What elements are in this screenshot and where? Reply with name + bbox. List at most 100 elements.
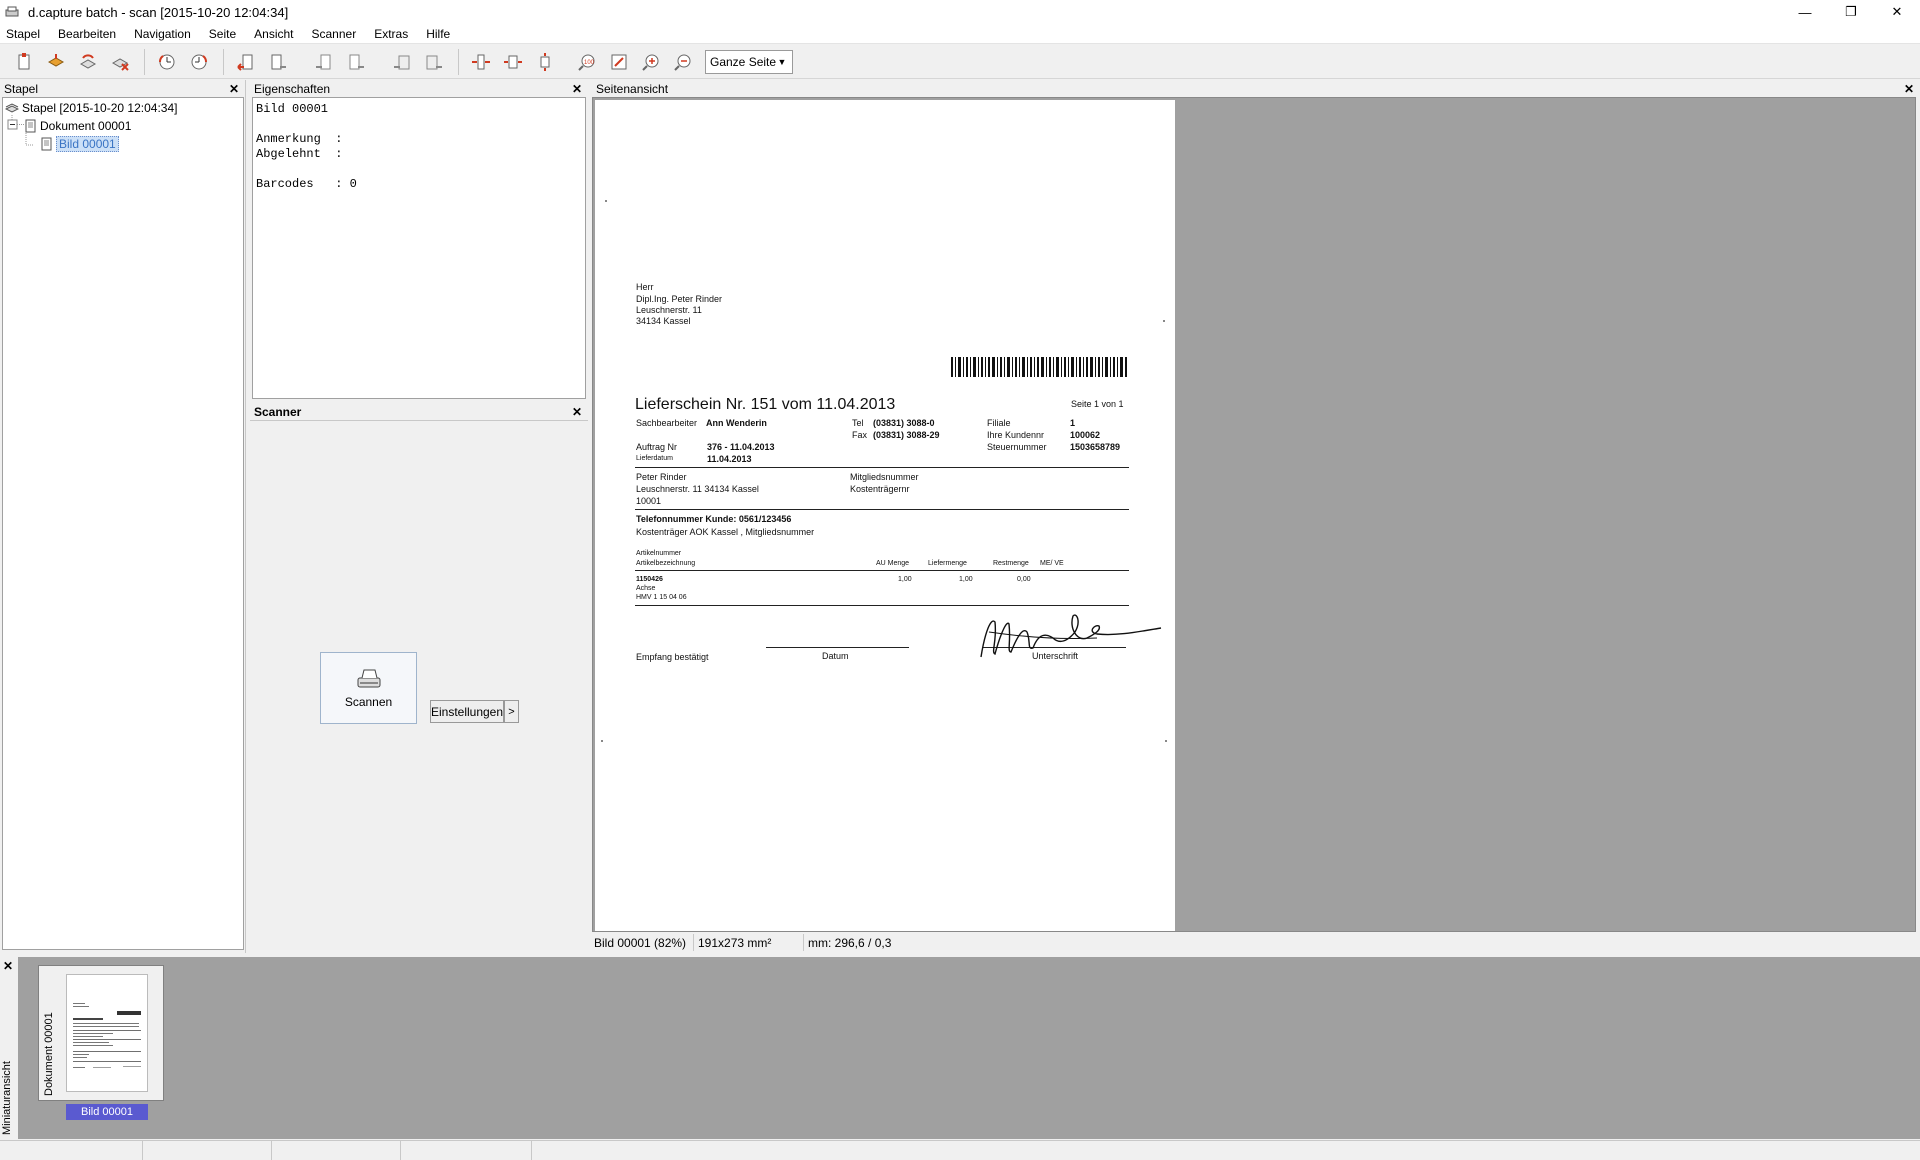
sachbearbeiter-label: Sachbearbeiter [636, 418, 698, 428]
page-view-panel: Seitenansicht ✕ Herr Dipl.Ing. Peter Rin… [592, 80, 1920, 953]
menu-stapel[interactable]: Stapel [0, 27, 49, 41]
fit-height-button[interactable] [531, 48, 559, 76]
tree-item-bild[interactable]: Bild 00001 [39, 135, 119, 153]
last-page-button[interactable] [264, 48, 292, 76]
previous-page-button[interactable] [310, 48, 338, 76]
scan-speck [601, 740, 603, 742]
table-header-artikelbezeichnung: Artikelbezeichnung [636, 560, 696, 567]
status-segment [272, 1141, 401, 1160]
menu-navigation[interactable]: Navigation [125, 27, 200, 41]
new-batch-button[interactable] [10, 48, 38, 76]
close-icon[interactable]: ✕ [3, 959, 13, 973]
next-document-button[interactable] [420, 48, 448, 76]
fax-value: (03831) 3088-29 [873, 430, 940, 440]
properties-panel-header: Eigenschaften ✕ [250, 80, 588, 97]
divider-line [635, 509, 1129, 510]
close-icon[interactable]: ✕ [1902, 82, 1916, 96]
divider-line [635, 467, 1129, 468]
scan-button-label: Scannen [344, 695, 393, 709]
page-info: Seite 1 von 1 [1071, 399, 1124, 409]
close-icon[interactable]: ✕ [570, 405, 584, 419]
thumbnail-card[interactable]: Dokument 00001 [38, 965, 164, 1101]
patient-line: Leuschnerstr. 11 34134 Kassel [636, 484, 759, 494]
property-line: Bild 00001 [256, 102, 329, 116]
menu-extras[interactable]: Extras [365, 27, 417, 41]
settings-button[interactable]: Einstellungen [430, 700, 504, 723]
status-bar [0, 1140, 1920, 1160]
patient-line: 10001 [636, 496, 662, 506]
patient-line: Peter Rinder [636, 472, 687, 482]
zoom-in-icon [642, 54, 659, 71]
toolbar-separator [223, 48, 224, 75]
title-bar: d.capture batch - scan [2015-10-20 12:04… [0, 0, 1920, 24]
thumbnail-caption[interactable]: Bild 00001 [66, 1104, 148, 1120]
scan-speck [1165, 740, 1167, 742]
scanner-panel: Scanner ✕ Scannen Einstellungen > [250, 404, 588, 953]
previous-page-icon [316, 54, 331, 69]
delete-batch-button[interactable] [106, 48, 134, 76]
close-icon[interactable]: ✕ [1874, 0, 1920, 24]
open-batch-button[interactable] [42, 48, 70, 76]
filiale-label: Filiale [987, 418, 1011, 428]
toolbar: 100 Ganze Seite ▼ [0, 45, 1920, 79]
fit-page-button[interactable] [499, 48, 527, 76]
status-zoom: Bild 00001 (82%) [592, 934, 694, 951]
menu-scanner[interactable]: Scanner [303, 27, 366, 41]
chevron-down-icon: ▼ [777, 56, 787, 67]
fit-width-button[interactable] [467, 48, 495, 76]
kostentraegernr-label: Kostenträgernr [850, 484, 910, 494]
row-au-menge: 1,00 [898, 576, 912, 583]
scanner-panel-title: Scanner [254, 405, 302, 419]
rotate-left-button[interactable] [153, 48, 181, 76]
zoom-out-button[interactable] [669, 48, 697, 76]
window-title: d.capture batch - scan [2015-10-20 12:04… [28, 4, 289, 20]
handwritten-signature [980, 614, 1162, 658]
thumbnail-sidebar: ✕ Miniaturansicht [0, 957, 18, 1139]
zoom-select[interactable]: Ganze Seite ▼ [705, 49, 793, 74]
lieferdatum-label: Lieferdatum [636, 455, 673, 462]
stapel-panel-header: Stapel ✕ [0, 80, 245, 97]
image-page-icon [41, 137, 52, 151]
zoom-select-value: Ganze Seite [710, 54, 777, 69]
menu-bearbeiten[interactable]: Bearbeiten [49, 27, 125, 41]
rotate-left-icon [159, 54, 175, 69]
zoom-actual-button[interactable]: 100 [573, 48, 601, 76]
auftrag-value: 376 - 11.04.2013 [707, 442, 775, 452]
zoom-fit-icon [611, 54, 627, 69]
minimize-icon[interactable]: — [1782, 0, 1828, 24]
next-page-button[interactable] [342, 48, 370, 76]
scan-button[interactable]: Scannen [320, 652, 417, 724]
tree-item-dokument[interactable]: Dokument 00001 [23, 117, 131, 135]
scanner-panel-header: Scanner ✕ [250, 404, 588, 421]
zoom-fit-button[interactable] [605, 48, 633, 76]
stapel-panel-title: Stapel [4, 81, 39, 96]
restore-icon[interactable]: ❐ [1828, 0, 1874, 24]
reload-batch-button[interactable] [74, 48, 102, 76]
status-position: mm: 296,6 / 0,3 [808, 935, 892, 950]
delete-stack-icon [111, 57, 129, 71]
close-icon[interactable]: ✕ [227, 82, 241, 96]
scanner-app-icon [5, 6, 19, 17]
row-liefermenge: 1,00 [959, 576, 973, 583]
rotate-right-icon [191, 54, 207, 69]
menu-hilfe[interactable]: Hilfe [417, 27, 459, 41]
property-line: Anmerkung : [256, 132, 343, 146]
menu-ansicht[interactable]: Ansicht [245, 27, 302, 41]
page-canvas[interactable]: Herr Dipl.Ing. Peter Rinder Leuschnerstr… [592, 97, 1916, 932]
previous-document-button[interactable] [388, 48, 416, 76]
rotate-right-button[interactable] [185, 48, 213, 76]
first-page-button[interactable] [232, 48, 260, 76]
svg-text:100: 100 [584, 60, 595, 66]
close-icon[interactable]: ✕ [570, 82, 584, 96]
settings-dropdown-button[interactable]: > [504, 700, 519, 723]
zoom-in-button[interactable] [637, 48, 665, 76]
tree-item-label: Bild 00001 [56, 136, 119, 152]
next-page-icon [349, 54, 364, 69]
menu-seite[interactable]: Seite [200, 27, 245, 41]
properties-content: Bild 00001 Anmerkung : Abgelehnt : Barco… [252, 97, 586, 399]
next-document-icon [426, 55, 442, 69]
zoom-out-icon [674, 54, 691, 71]
new-document-icon [18, 52, 30, 69]
table-header-me-ve: ME/ VE [1040, 560, 1064, 567]
sachbearbeiter-value: Ann Wenderin [706, 418, 767, 428]
